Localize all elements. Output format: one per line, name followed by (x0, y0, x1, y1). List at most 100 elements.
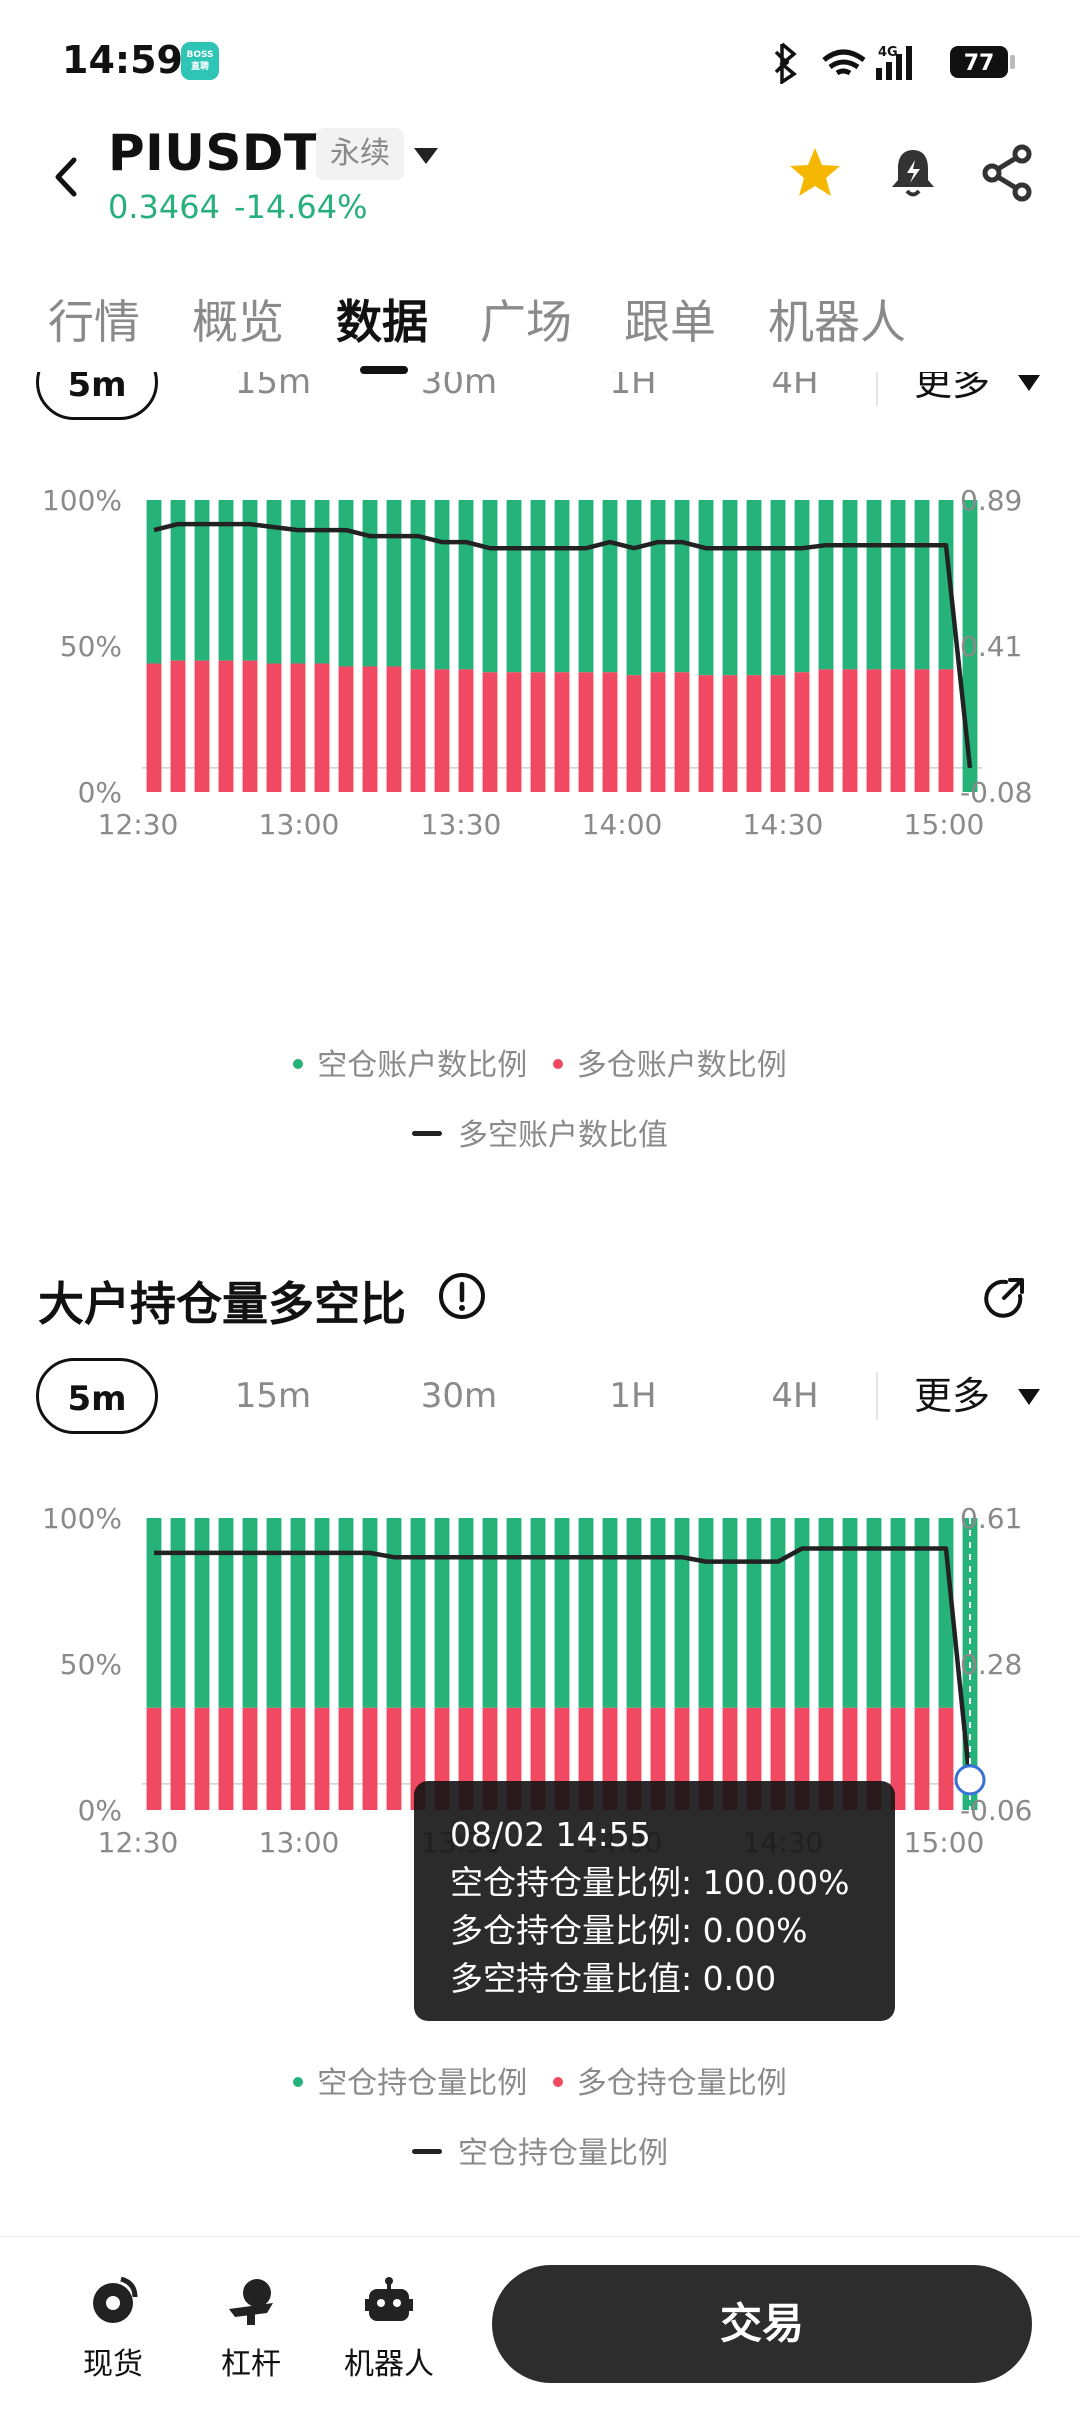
tab-data[interactable]: 数据 (336, 286, 428, 352)
tf2-4h[interactable]: 4H (740, 1358, 850, 1434)
chart1-bar-short (146, 500, 162, 664)
legend2-short-label: 空仓持仓量比例 (317, 2066, 528, 2101)
tooltip-short: 空仓持仓量比例: 100.00% (450, 1863, 850, 1902)
chart2-bar-short (578, 1518, 594, 1708)
chart1-bar-short (770, 500, 786, 676)
chart2-bar-short (338, 1518, 354, 1708)
battery-icon: 77 (950, 46, 1015, 78)
chart2-xtick: 13:00 (259, 1826, 340, 1859)
tab-overview[interactable]: 概览 (192, 286, 284, 352)
chart1-bar-short (818, 500, 834, 670)
chart1-bar-short (482, 500, 498, 673)
legend1-long[interactable]: 多仓账户数比例 (552, 1040, 787, 1084)
symbol-dropdown-icon[interactable] (412, 144, 440, 168)
share-icon[interactable] (976, 140, 1042, 206)
chart1-bar-short (554, 500, 570, 673)
chart2-bar-short (266, 1518, 282, 1708)
chart2-tooltip: 08/02 14:55 空仓持仓量比例: 100.00% 多仓持仓量比例: 0.… (414, 1781, 895, 2021)
tf1-more-arrow-icon[interactable] (1016, 372, 1042, 394)
legend2-long-label: 多仓持仓量比例 (576, 2066, 787, 2101)
chart1-bar-long (338, 666, 354, 792)
chart2-bar-short (650, 1518, 666, 1708)
chart1-bar-short (746, 500, 762, 676)
chart1-bar-long (842, 669, 858, 792)
tf2-1h[interactable]: 1H (578, 1358, 688, 1434)
chart1-bar-long (746, 675, 762, 792)
legend1-ratio[interactable]: 多空账户数比值 (412, 1110, 668, 1154)
nav-robot[interactable]: 机器人 (334, 2273, 444, 2383)
legend2-line-key (412, 2149, 442, 2154)
chart1-bar-short (722, 500, 738, 676)
nav-spot-label: 现货 (83, 2347, 143, 2382)
chart1-bar-long (554, 672, 570, 792)
tab-square[interactable]: 广场 (480, 286, 572, 352)
chart1-xtick: 12:30 (98, 808, 179, 841)
chart2-bar-short (626, 1518, 642, 1708)
info-icon[interactable] (436, 1270, 488, 1322)
chart1-bar-short (626, 500, 642, 676)
chart2-bar-short (410, 1518, 426, 1708)
legend1-long-dot (552, 1058, 563, 1069)
chart2-bar-short (746, 1518, 762, 1708)
tf2-5m[interactable]: 5m (36, 1358, 158, 1434)
chart2-xtick: 12:30 (98, 1826, 179, 1859)
robot-icon (365, 2277, 413, 2321)
tab-copy-trading[interactable]: 跟单 (624, 286, 716, 352)
app-root: 14:59 BOSS 直聘 4G 77 PIUSDT 永续 0.3464 -14… (0, 0, 1080, 2412)
chart2-bar-long (194, 1707, 210, 1810)
chart2-hover-point[interactable] (954, 1764, 986, 1796)
legend2-ratio-label: 空仓持仓量比例 (458, 2136, 668, 2171)
chart2-bar-short (482, 1518, 498, 1708)
legend2-long[interactable]: 多仓持仓量比例 (552, 2058, 787, 2102)
chart2-bar-short (506, 1518, 522, 1708)
legend1-short[interactable]: 空仓账户数比例 (293, 1040, 527, 1084)
trade-button[interactable]: 交易 (492, 2265, 1032, 2383)
legend1-short-dot (293, 1058, 304, 1069)
tf2-15m[interactable]: 15m (218, 1358, 328, 1434)
chart2-ytick-left: 100% (42, 1502, 122, 1535)
chart1-bar-short (410, 500, 426, 670)
status-icons: 4G 77 (774, 42, 1015, 84)
chart1-bar-short (650, 500, 666, 673)
chart2-bar-short (434, 1518, 450, 1708)
chart2-bar-short (386, 1518, 402, 1708)
nav-leverage[interactable]: 杠杆 (196, 2273, 306, 2383)
tf2-more[interactable]: 更多 (914, 1358, 990, 1434)
back-icon[interactable] (40, 142, 96, 212)
price-line: 0.3464 -14.64% (108, 188, 382, 226)
chart2-bar-short (530, 1518, 546, 1708)
tf2-more-arrow-icon[interactable] (1016, 1386, 1042, 1408)
legend2-ratio[interactable]: 空仓持仓量比例 (412, 2128, 668, 2172)
chart2-bar-long (266, 1707, 282, 1810)
tooltip-time: 08/02 14:55 (450, 1815, 651, 1854)
chart1-bar-long (314, 663, 330, 792)
timeframe-row-2: 5m 15m 30m 1H 4H 更多 (0, 1358, 1080, 1438)
chart1-bar-long (530, 672, 546, 792)
chart1-xtick: 14:00 (582, 808, 663, 841)
tf2-30m[interactable]: 30m (404, 1358, 514, 1434)
legend-2: 空仓持仓量比例 多仓持仓量比例 (0, 2058, 1080, 2108)
chart1-bar-short (578, 500, 594, 673)
chart2-bar-long (290, 1707, 306, 1810)
leverage-icon (229, 2279, 273, 2325)
chart1-bar-short (890, 500, 906, 670)
chart1-bar-long (698, 675, 714, 792)
tooltip-long: 多仓持仓量比例: 0.00% (450, 1911, 808, 1950)
bell-alert-icon[interactable] (880, 140, 946, 206)
chart2-bar-short (146, 1518, 162, 1708)
tab-bots[interactable]: 机器人 (768, 286, 906, 352)
star-icon[interactable] (782, 140, 848, 206)
tab-market[interactable]: 行情 (48, 286, 140, 352)
status-time: 14:59 (62, 38, 183, 82)
legend2-short[interactable]: 空仓持仓量比例 (293, 2058, 527, 2102)
chart1-bar-long (146, 663, 162, 792)
chart-account-ratio[interactable]: 100% 50% 0% 0.89 0.41 -0.08 12:30 13:00 13:30 14:… (0, 470, 1080, 1010)
chart1-xtick: 13:00 (259, 808, 340, 841)
expand-icon[interactable] (980, 1272, 1030, 1322)
chart1-bar-long (890, 669, 906, 792)
bluetooth-icon (774, 42, 797, 84)
legend1-short-label: 空仓账户数比例 (317, 1048, 528, 1083)
chart1-bar-short (530, 500, 546, 673)
symbol-title[interactable]: PIUSDT (108, 124, 318, 182)
nav-spot[interactable]: 现货 (58, 2273, 168, 2383)
